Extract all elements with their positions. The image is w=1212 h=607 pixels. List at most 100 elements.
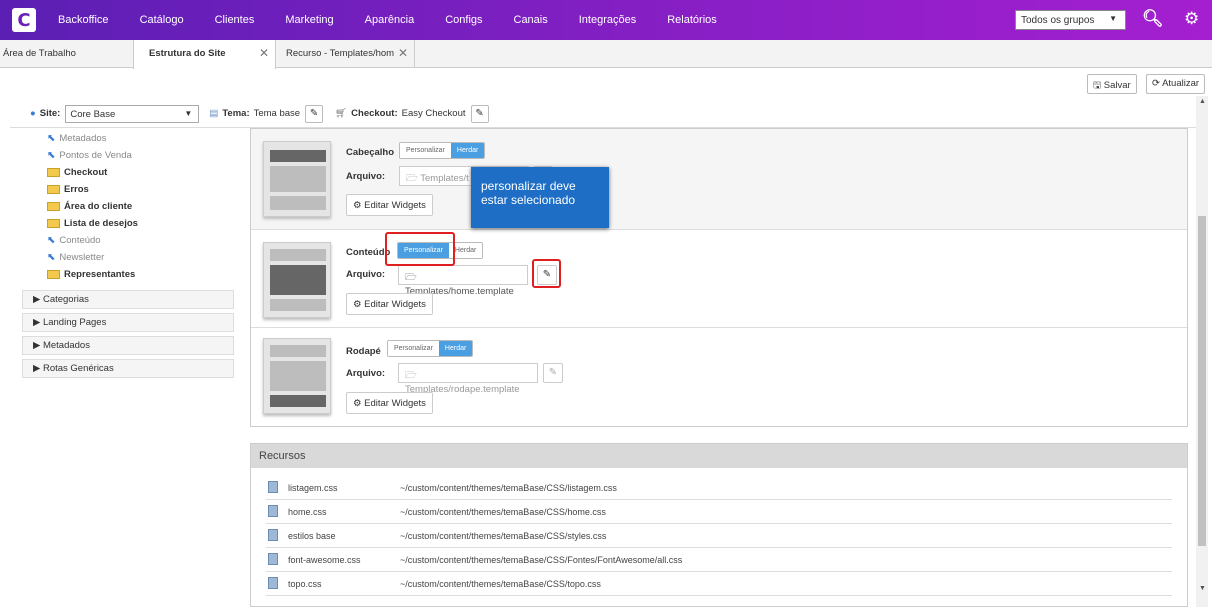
- tree-item-pontos-de-venda[interactable]: ⬉ Pontos de Venda: [45, 147, 138, 164]
- group-select-value: Todos os grupos: [1021, 15, 1095, 26]
- header-toggle[interactable]: Personalizar Herdar: [399, 142, 486, 159]
- nav-relatorios[interactable]: Relatórios: [667, 14, 717, 26]
- edit-theme-button[interactable]: ✎: [305, 104, 324, 123]
- tree-item-metadados[interactable]: ⬉ Metadados: [45, 130, 138, 147]
- accordion-categorias[interactable]: ▶ Categorias: [22, 290, 234, 309]
- edit-checkout-button[interactable]: ✎: [470, 104, 489, 123]
- tree-item-label: Representantes: [64, 269, 136, 280]
- personalize-option[interactable]: Personalizar: [400, 143, 451, 158]
- accordion-label: Categorias: [42, 294, 89, 305]
- save-icon: 🖫: [1093, 80, 1104, 91]
- content-file-field[interactable]: 🗁 Templates/home.template: [398, 265, 528, 297]
- site-select[interactable]: Core Base ▼: [65, 104, 200, 123]
- resource-row[interactable]: listagem.css ~/custom/content/themes/tema…: [266, 476, 1172, 500]
- resource-row[interactable]: topo.css ~/custom/content/themes/temaBase…: [266, 572, 1172, 596]
- personalize-option[interactable]: Personalizar: [388, 341, 439, 356]
- edit-widgets-button[interactable]: ⚙ Editar Widgets: [346, 194, 433, 216]
- search-icon[interactable]: 🔍︎: [1142, 9, 1164, 29]
- tab-label: Estrutura do Site: [149, 48, 226, 59]
- nav-aparencia[interactable]: Aparência: [365, 14, 415, 26]
- annotation-tooltip: personalizar deve estar selecionado: [471, 167, 609, 228]
- file-label: Arquivo:: [346, 171, 386, 182]
- thumb-block: [270, 265, 326, 295]
- tree-item-representantes[interactable]: Representantes: [45, 266, 138, 283]
- nav-clientes[interactable]: Clientes: [215, 14, 255, 26]
- thumb-block: [270, 196, 326, 210]
- checkout-value: Easy Checkout: [401, 108, 466, 119]
- scrollbar-thumb[interactable]: [1198, 216, 1206, 546]
- thumb-block: [270, 361, 326, 391]
- thumb-block: [270, 345, 326, 357]
- resource-row[interactable]: font-awesome.css ~/custom/content/themes/…: [266, 548, 1172, 572]
- refresh-button[interactable]: ⟳ Atualizar: [1146, 74, 1206, 94]
- scroll-up-icon[interactable]: ▲: [1199, 98, 1206, 105]
- tree-item-checkout[interactable]: Checkout: [45, 164, 138, 181]
- resource-name: topo.css: [288, 579, 322, 589]
- tab-area-de-trabalho[interactable]: Área de Trabalho: [0, 40, 133, 68]
- resource-name: listagem.css: [288, 483, 338, 493]
- tree-item-label: Erros: [64, 184, 89, 195]
- accordion-metadados[interactable]: ▶ Metadados: [22, 336, 234, 355]
- tree-item-newsletter[interactable]: ⬉ Newsletter: [45, 249, 138, 266]
- nav-configs[interactable]: Configs: [445, 14, 482, 26]
- tree-item-area-do-cliente[interactable]: Área do cliente: [45, 198, 138, 215]
- tema-value: Tema base: [253, 108, 301, 119]
- file-icon: [268, 481, 278, 493]
- gear-icon[interactable]: ⚙: [1184, 9, 1199, 29]
- edit-widgets-button[interactable]: ⚙ Editar Widgets: [346, 392, 433, 414]
- file-value: Templates/t: [420, 173, 469, 184]
- tree-item-lista-de-desejos[interactable]: Lista de desejos: [45, 215, 138, 232]
- folder-open-icon: 🗁: [406, 173, 421, 184]
- footer-row: Rodapé Personalizar Herdar Arquivo: 🗁 Tem…: [251, 328, 1187, 426]
- site-tree: ⬉ Metadados ⬉ Pontos de Venda Checkout Err…: [45, 130, 138, 283]
- site-label: Site:: [39, 108, 61, 119]
- close-icon[interactable]: ✕: [259, 46, 269, 60]
- checkout-label: Checkout:: [351, 108, 398, 119]
- nav-integracoes[interactable]: Integrações: [579, 14, 636, 26]
- tree-item-conteudo[interactable]: ⬉ Conteúdo: [45, 232, 138, 249]
- resource-path: ~/custom/content/themes/temaBase/CSS/Fon…: [400, 555, 683, 565]
- accordion-label: Metadados: [42, 340, 90, 351]
- scroll-down-icon[interactable]: ▼: [1199, 585, 1206, 592]
- accordion-landing-pages[interactable]: ▶ Landing Pages: [22, 313, 234, 332]
- footer-toggle[interactable]: Personalizar Herdar: [387, 340, 474, 357]
- edit-widgets-label: Editar Widgets: [364, 398, 426, 409]
- save-button[interactable]: 🖫 Salvar: [1087, 74, 1137, 94]
- nav-canais[interactable]: Canais: [514, 14, 548, 26]
- pin-icon: ⬉: [47, 150, 56, 161]
- gear-icon: ⚙: [353, 200, 365, 211]
- tree-item-erros[interactable]: Erros: [45, 181, 138, 198]
- resource-row[interactable]: estilos base ~/custom/content/themes/tema…: [266, 524, 1172, 548]
- highlight-personalize: [385, 232, 455, 266]
- nav-catalogo[interactable]: Catálogo: [140, 14, 184, 26]
- thumb-block: [270, 150, 326, 162]
- tree-item-label: Área do cliente: [64, 201, 133, 212]
- thumb-block: [270, 166, 326, 192]
- folder-icon: [47, 184, 60, 194]
- close-icon[interactable]: ✕: [398, 46, 408, 60]
- resource-row[interactable]: home.css ~/custom/content/themes/temaBase…: [266, 500, 1172, 524]
- inherit-option[interactable]: Herdar: [450, 143, 485, 158]
- nav-marketing[interactable]: Marketing: [285, 14, 333, 26]
- logo-icon[interactable]: C: [12, 8, 36, 32]
- file-icon: [268, 505, 278, 517]
- inherit-option[interactable]: Herdar: [438, 341, 473, 356]
- cart-icon: 🛒︎: [335, 108, 348, 119]
- folder-icon: [47, 201, 60, 211]
- folder-icon: [47, 269, 60, 279]
- vertical-scrollbar[interactable]: ▲ ▼: [1196, 96, 1208, 607]
- footer-label: Rodapé: [346, 346, 381, 357]
- tree-item-label: Lista de desejos: [64, 218, 138, 229]
- dropdown-arrow-icon: ▼: [184, 108, 193, 118]
- group-select[interactable]: Todos os grupos ▼: [1015, 10, 1126, 30]
- edit-widgets-label: Editar Widgets: [364, 200, 426, 211]
- tab-recurso[interactable]: Recurso - Templates/hom ✕: [276, 40, 415, 68]
- edit-widgets-button[interactable]: ⚙ Editar Widgets: [346, 293, 433, 315]
- edit-file-button[interactable]: ✎: [543, 363, 563, 383]
- header-thumbnail: [263, 141, 331, 217]
- nav-backoffice[interactable]: Backoffice: [58, 14, 109, 26]
- tab-estrutura-do-site[interactable]: Estrutura do Site ✕: [133, 40, 276, 69]
- file-icon: [268, 577, 278, 589]
- footer-file-field[interactable]: 🗁 Templates/rodape.template: [398, 363, 538, 395]
- accordion-rotas-genericas[interactable]: ▶ Rotas Genéricas: [22, 359, 234, 378]
